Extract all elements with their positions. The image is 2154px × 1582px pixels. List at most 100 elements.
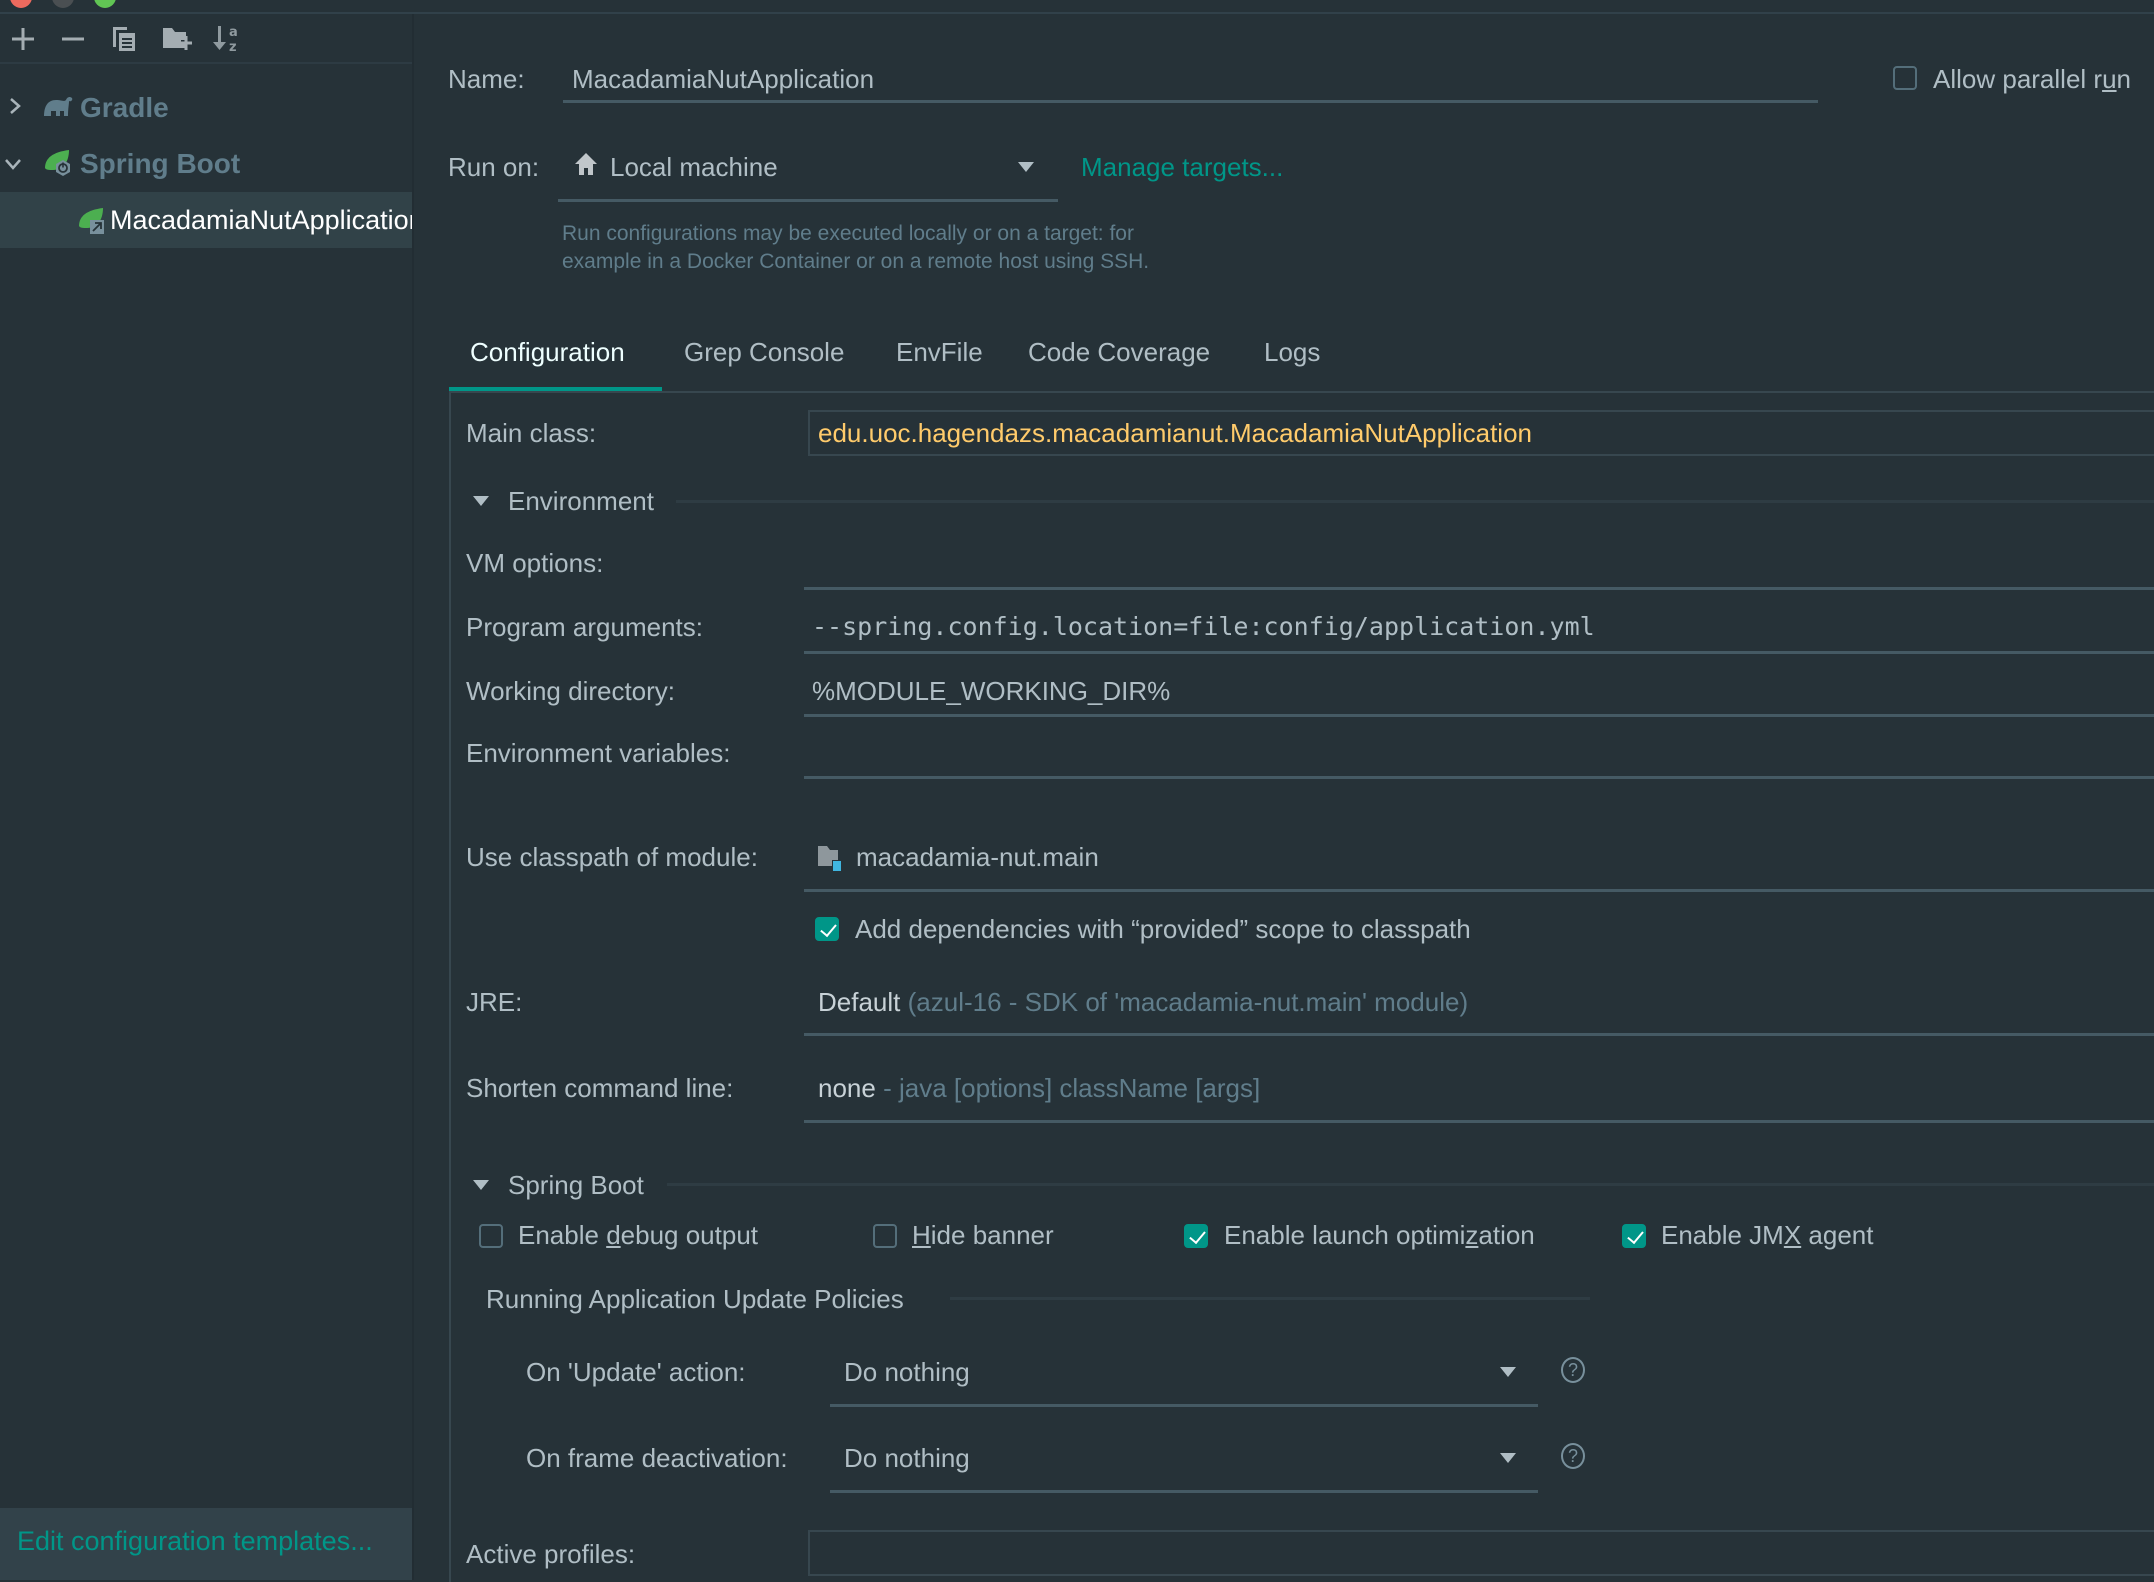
enable-debug-output-checkbox[interactable] — [479, 1224, 503, 1248]
active-profiles-input[interactable] — [808, 1530, 2154, 1576]
svg-text:a: a — [229, 25, 238, 40]
enable-launch-optimization-label[interactable]: Enable launch optimization — [1224, 1220, 1535, 1251]
jre-default: Default — [818, 987, 901, 1017]
tree-label: Spring Boot — [80, 148, 241, 179]
zoom-window-button[interactable] — [94, 0, 116, 8]
jre-underline — [804, 1033, 2154, 1036]
add-provided-dependencies-checkbox[interactable] — [815, 917, 839, 941]
sort-alphabetically-icon[interactable]: az — [210, 22, 244, 56]
main-class-value: edu.uoc.hagendazs.macadamianut.Macadamia… — [818, 418, 1532, 448]
on-frame-underline — [830, 1490, 1538, 1493]
help-icon[interactable]: ? — [1561, 1357, 1585, 1383]
environment-section-title[interactable]: Environment — [508, 486, 654, 517]
close-window-button[interactable] — [10, 0, 32, 8]
home-icon — [574, 152, 598, 183]
spring-boot-section-title[interactable]: Spring Boot — [508, 1170, 644, 1201]
edit-configuration-templates-link[interactable]: Edit configuration templates... — [17, 1526, 373, 1557]
help-line: example in a Docker Container or on a re… — [562, 250, 1150, 273]
on-frame-deactivation-label: On frame deactivation: — [526, 1443, 788, 1473]
collapse-triangle-icon[interactable] — [473, 496, 489, 506]
tab-code-coverage[interactable]: Code Coverage — [1028, 337, 1210, 368]
collapse-triangle-icon[interactable] — [473, 1180, 489, 1190]
label-part: Enable JM — [1661, 1220, 1784, 1250]
tab-logs[interactable]: Logs — [1264, 337, 1320, 368]
program-arguments-input[interactable]: --spring.config.location=file:config/app… — [812, 612, 1595, 641]
working-directory-input[interactable]: %MODULE_WORKING_DIR% — [812, 676, 1170, 707]
sidebar-footer: Edit configuration templates... — [0, 1508, 412, 1580]
spring-boot-config-icon — [77, 206, 109, 243]
tab-envfile[interactable]: EnvFile — [896, 337, 983, 368]
remove-icon[interactable] — [56, 22, 90, 56]
name-input-underline — [563, 100, 1818, 103]
label-part: Enable launch optimi — [1224, 1220, 1466, 1250]
vm-options-underline — [804, 587, 2154, 590]
spring-boot-icon — [43, 148, 75, 185]
help-glyph: ? — [1567, 1445, 1578, 1466]
classpath-module-value: macadamia-nut.main — [856, 842, 1099, 872]
shorten-hint: - java [options] className [args] — [883, 1073, 1261, 1103]
hide-banner-label[interactable]: Hide banner — [912, 1220, 1054, 1251]
environment-variables-label: Environment variables: — [466, 738, 731, 768]
hide-banner-checkbox[interactable] — [873, 1224, 897, 1248]
update-policies-title: Running Application Update Policies — [486, 1284, 904, 1314]
add-provided-dependencies-label[interactable]: Add dependencies with “provided” scope t… — [855, 914, 1471, 945]
jre-hint: (azul-16 - SDK of 'macadamia-nut.main' m… — [907, 987, 1469, 1017]
shorten-underline — [804, 1120, 2154, 1123]
sidebar-toolbar: az — [0, 14, 412, 64]
on-update-action-dropdown[interactable]: Do nothing — [830, 1340, 1538, 1402]
classpath-underline — [804, 889, 2154, 892]
chevron-down-icon[interactable] — [4, 150, 22, 178]
program-arguments-label: Program arguments: — [466, 612, 703, 642]
section-divider — [667, 1183, 2154, 1186]
shorten-none: none — [818, 1073, 876, 1103]
on-frame-deactivation-value: Do nothing — [844, 1443, 970, 1473]
enable-debug-output-label[interactable]: Enable debug output — [518, 1220, 758, 1251]
enable-launch-optimization-checkbox[interactable] — [1184, 1224, 1208, 1248]
classpath-module-label: Use classpath of module: — [466, 842, 758, 872]
name-label: Name: — [448, 64, 525, 94]
jre-value: Default (azul-16 - SDK of 'macadamia-nut… — [818, 987, 1468, 1018]
minimize-window-button[interactable] — [52, 0, 74, 8]
working-directory-underline — [804, 714, 2154, 717]
manage-targets-link[interactable]: Manage targets... — [1081, 152, 1283, 183]
on-update-action-label: On 'Update' action: — [526, 1357, 746, 1387]
help-line: Run configurations may be executed local… — [562, 222, 1134, 245]
shorten-command-line-dropdown[interactable]: none - java [options] className [args] — [804, 1056, 2154, 1118]
on-frame-deactivation-dropdown[interactable]: Do nothing — [830, 1426, 1538, 1488]
label-part: agent — [1801, 1220, 1874, 1250]
allow-parallel-run-checkbox[interactable] — [1893, 66, 1917, 90]
label-part: Enable — [518, 1220, 607, 1250]
chevron-right-icon[interactable] — [8, 94, 22, 122]
classpath-module-dropdown[interactable]: macadamia-nut.main — [804, 826, 2154, 890]
enable-jmx-agent-label[interactable]: Enable JMX agent — [1661, 1220, 1873, 1251]
mnemonic: X — [1783, 1220, 1802, 1250]
enable-jmx-agent-checkbox[interactable] — [1622, 1224, 1646, 1248]
name-input[interactable]: MacadamiaNutApplication — [572, 64, 874, 95]
allow-parallel-run-label[interactable]: Allow parallel run — [1933, 64, 2131, 95]
chevron-down-icon — [1500, 1367, 1516, 1377]
tree-item-macadamia-nut-application[interactable]: MacadamiaNutApplication — [0, 192, 412, 248]
working-directory-label: Working directory: — [466, 676, 676, 706]
run-on-value: Local machine — [610, 152, 778, 182]
run-on-label: Run on: — [448, 152, 540, 182]
help-icon[interactable]: ? — [1561, 1443, 1585, 1469]
section-divider — [676, 500, 2154, 503]
tab-grep-console[interactable]: Grep Console — [684, 337, 844, 368]
vm-options-label: VM options: — [466, 548, 604, 578]
add-icon[interactable] — [6, 22, 40, 56]
tree-item-spring-boot[interactable]: Spring Boot — [0, 136, 412, 192]
section-divider — [950, 1297, 1590, 1300]
tab-configuration[interactable]: Configuration — [470, 337, 625, 368]
copy-icon[interactable] — [107, 22, 141, 56]
run-on-dropdown[interactable]: Local machine — [558, 140, 1058, 202]
jre-dropdown[interactable]: Default (azul-16 - SDK of 'macadamia-nut… — [804, 970, 2154, 1032]
main-class-label: Main class: — [466, 418, 597, 448]
mnemonic: z — [1465, 1220, 1479, 1250]
shorten-value: none - java [options] className [args] — [818, 1073, 1260, 1104]
main-class-input[interactable]: edu.uoc.hagendazs.macadamianut.Macadamia… — [808, 410, 2154, 456]
on-update-action-value: Do nothing — [844, 1357, 970, 1387]
shorten-command-line-label: Shorten command line: — [466, 1073, 734, 1103]
program-arguments-underline — [804, 651, 2154, 654]
new-folder-icon[interactable] — [160, 22, 194, 56]
tree-item-gradle[interactable]: Gradle — [0, 80, 412, 136]
